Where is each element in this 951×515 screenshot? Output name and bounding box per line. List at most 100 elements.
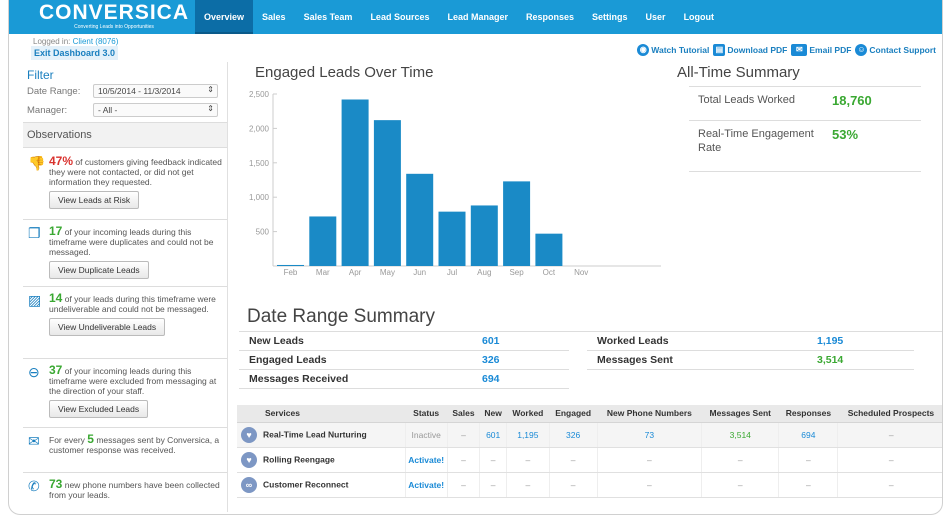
select-arrow-icon: ⇕ (207, 85, 214, 94)
nav-sales-team[interactable]: Sales Team (295, 0, 362, 34)
observation-value: 14 (49, 291, 63, 305)
service-worked[interactable]: 1,195 (506, 422, 550, 448)
chart-bar (309, 216, 337, 266)
service-name-label: Customer Reconnect (263, 478, 349, 489)
y-tick-label: 2,500 (249, 90, 270, 99)
view-excluded-leads-button[interactable]: View Excluded Leads (49, 400, 149, 418)
col-messages-sent: Messages Sent (701, 405, 779, 423)
observation-text: new phone numbers have been collected fr… (49, 480, 220, 500)
service-row-real-time-lead-nurturing[interactable]: ♥ Real-Time Lead Nurturing Inactive – 601… (237, 422, 942, 448)
heart-icon: ♥ (241, 426, 257, 443)
drs-messages-received: Messages Received 694 (239, 370, 569, 389)
col-scheduled-prospects: Scheduled Prospects (837, 405, 942, 423)
drs-value: 601 (482, 335, 500, 347)
filter-title: Filter (27, 68, 54, 82)
envelope-icon: ✉ (791, 44, 808, 56)
nav-settings[interactable]: Settings (583, 0, 637, 34)
y-tick-label: 1,500 (249, 159, 270, 168)
contact-support-label: Contact Support (869, 45, 936, 55)
date-range-value: 10/5/2014 - 11/3/2014 (98, 86, 181, 96)
service-phones: – (596, 447, 702, 473)
envelope-icon: ✉ (28, 433, 40, 449)
service-engaged[interactable]: 326 (548, 422, 598, 448)
service-row-rolling-reengage[interactable]: ♥ Rolling Reengage Activate! – – – – – – … (237, 447, 942, 473)
nav-lead-manager[interactable]: Lead Manager (438, 0, 517, 34)
service-new[interactable]: 601 (479, 422, 507, 448)
drs-value: 3,514 (817, 354, 844, 366)
utility-links: ◉ Watch Tutorial ▤ Download PDF ✉ Email PDF… (637, 44, 936, 56)
date-range-label: Date Range: (27, 86, 81, 97)
service-name: ♥ Real-Time Lead Nurturing (237, 422, 405, 448)
observation-value: 37 (49, 363, 63, 377)
col-worked: Worked (506, 405, 550, 423)
activate-link[interactable]: Activate! (404, 447, 448, 473)
conversica-logo[interactable]: CONVERSICA Converting Leads into Opportu… (39, 2, 189, 32)
download-pdf-link[interactable]: ▤ Download PDF (713, 44, 787, 56)
engaged-leads-chart: 500 1,000 1,500 2,000 2,500 Feb Mar Apr May Jun Ju… (249, 90, 661, 277)
chart-title: Engaged Leads Over Time (255, 64, 434, 81)
manager-label: Manager: (27, 105, 68, 116)
view-undeliverable-leads-button[interactable]: View Undeliverable Leads (49, 318, 166, 336)
drs-label: New Leads (249, 335, 304, 347)
observation-value: 5 (87, 432, 94, 446)
service-new: – (479, 472, 507, 498)
nav-user[interactable]: User (637, 0, 675, 34)
view-leads-at-risk-button[interactable]: View Leads at Risk (49, 191, 140, 209)
nav-overview[interactable]: Overview (195, 0, 254, 34)
thumbs-down-icon: 👎 (28, 155, 46, 171)
summary-value: 18,760 (832, 93, 872, 108)
contact-support-link[interactable]: ☺ Contact Support (855, 44, 936, 56)
drs-label: Messages Received (249, 373, 349, 385)
drs-new-leads: New Leads 601 (239, 332, 569, 351)
service-row-customer-reconnect[interactable]: ∞ Customer Reconnect Activate! – – – – – … (237, 472, 942, 498)
email-pdf-link[interactable]: ✉ Email PDF (791, 44, 851, 56)
service-engaged: – (548, 447, 598, 473)
observation-undeliverable: ▨ 14 of your leads during this timeframe… (23, 287, 227, 359)
dashboard-frame: CONVERSICA Converting Leads into Opportu… (8, 0, 943, 515)
x-tick-label: Feb (284, 268, 298, 277)
observation-duplicates: ❐ 17 of your incoming leads during this … (23, 220, 227, 287)
nav-lead-sources[interactable]: Lead Sources (361, 0, 438, 34)
chart-bar (373, 120, 401, 266)
manager-select[interactable]: - All - ⇕ (93, 103, 218, 117)
service-sales: – (446, 447, 480, 473)
nav-responses[interactable]: Responses (517, 0, 583, 34)
service-phones[interactable]: 73 (596, 422, 702, 448)
drs-messages-sent: Messages Sent 3,514 (587, 351, 914, 370)
nav-sales[interactable]: Sales (253, 0, 295, 34)
service-sent: – (701, 447, 779, 473)
service-name-label: Real-Time Lead Nurturing (263, 428, 367, 439)
eye-icon: ◉ (637, 44, 650, 56)
drs-engaged-leads: Engaged Leads 326 (239, 351, 569, 370)
observation-text: of your incoming leads during this timef… (49, 366, 217, 396)
observation-text: of customers giving feedback indicated t… (49, 157, 222, 187)
x-tick-label: Nov (574, 268, 588, 277)
observation-text: of your incoming leads during this timef… (49, 227, 214, 257)
nav-logout[interactable]: Logout (675, 0, 724, 34)
service-responses[interactable]: 694 (778, 422, 838, 448)
chart-bar (535, 233, 563, 266)
refresh-heart-icon: ♥ (241, 451, 257, 468)
drs-value: 326 (482, 354, 500, 366)
col-new-phone-numbers: New Phone Numbers (597, 405, 702, 423)
summary-value: 53% (832, 127, 859, 142)
watch-tutorial-link[interactable]: ◉ Watch Tutorial (637, 44, 709, 56)
service-name: ∞ Customer Reconnect (237, 472, 405, 498)
y-tick-label: 1,000 (249, 193, 270, 202)
observation-excluded: ⊖ 37 of your incoming leads during this … (23, 359, 227, 428)
top-navigation-bar: CONVERSICA Converting Leads into Opportu… (9, 0, 942, 34)
date-range-select[interactable]: 10/5/2014 - 11/3/2014 ⇕ (93, 84, 218, 98)
date-range-summary-title: Date Range Summary (247, 306, 435, 327)
observation-text: of your leads during this timeframe were… (49, 294, 216, 314)
undeliverable-mail-icon: ▨ (28, 292, 42, 308)
activate-link[interactable]: Activate! (404, 472, 448, 498)
link-icon: ∞ (241, 476, 257, 493)
watch-tutorial-label: Watch Tutorial (651, 45, 710, 55)
x-tick-label: Sep (509, 268, 524, 277)
drs-value: 694 (482, 373, 500, 385)
y-tick-label: 2,000 (249, 124, 270, 133)
exit-dashboard-button[interactable]: Exit Dashboard 3.0 (31, 46, 119, 60)
phone-icon: ✆ (28, 478, 40, 494)
view-duplicate-leads-button[interactable]: View Duplicate Leads (49, 261, 149, 279)
observation-response-rate: ✉ For every 5 messages sent by Conversic… (23, 428, 227, 473)
